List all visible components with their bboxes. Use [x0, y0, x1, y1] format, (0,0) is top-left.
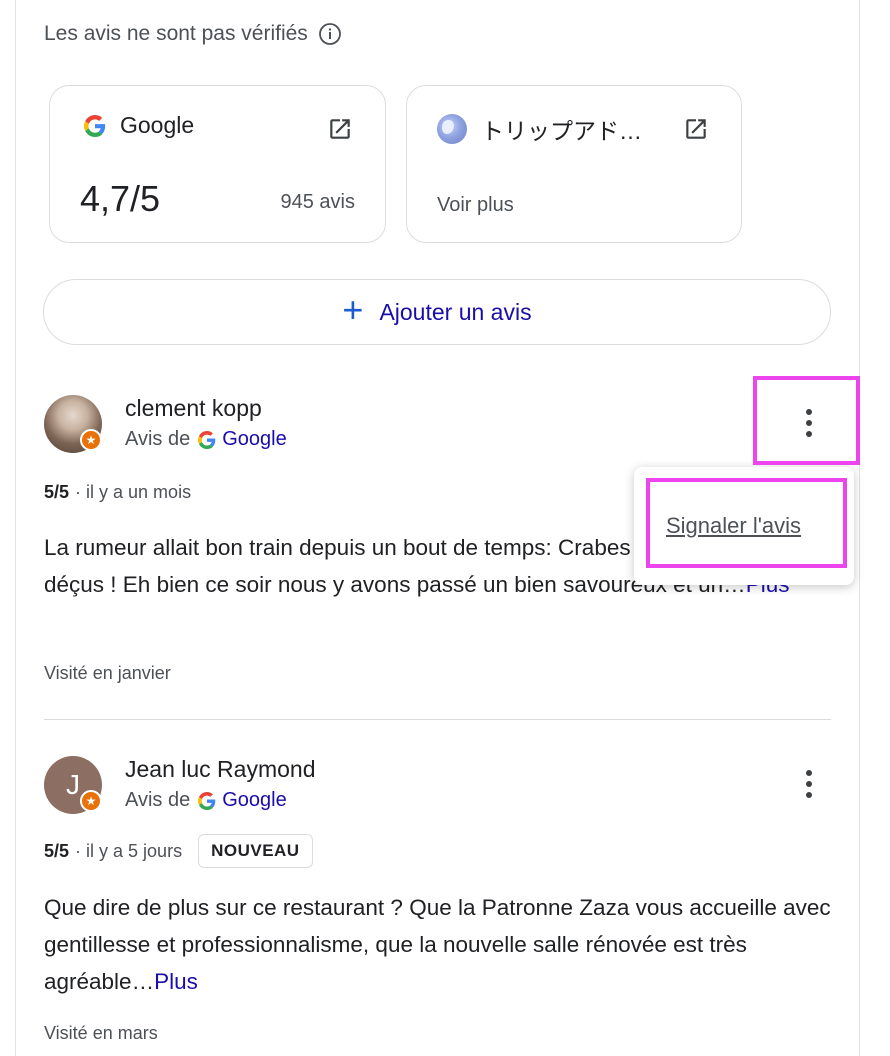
- report-review-menu-item[interactable]: Signaler l'avis: [666, 513, 801, 539]
- reviewer-name[interactable]: Jean luc Raymond: [125, 756, 316, 783]
- reviewer-name[interactable]: clement kopp: [125, 395, 262, 422]
- review-source-link[interactable]: Google: [198, 789, 287, 812]
- more-options-icon[interactable]: [794, 764, 824, 804]
- tripadvisor-globe-icon: [437, 114, 467, 144]
- review-more-link[interactable]: Plus: [154, 969, 198, 994]
- review-source-name: Google: [222, 789, 287, 811]
- info-icon[interactable]: [318, 22, 342, 46]
- panel-left-border: [15, 0, 16, 1056]
- add-review-label: Ajouter un avis: [379, 298, 532, 325]
- review-divider: [44, 719, 831, 720]
- review-rating: 5/5: [44, 482, 70, 502]
- external-link-icon[interactable]: [327, 116, 353, 142]
- new-review-badge: NOUVEAU: [198, 834, 313, 868]
- disclaimer-text: Les avis ne sont pas vérifiés: [44, 22, 308, 45]
- plus-icon: +: [342, 289, 364, 330]
- google-card-header: Google: [84, 112, 194, 139]
- google-rating-card[interactable]: Google 4,7/5 945 avis: [49, 85, 386, 243]
- external-link-icon[interactable]: [683, 116, 709, 142]
- more-options-icon[interactable]: [794, 403, 824, 443]
- review-source-prefix: Avis de: [125, 789, 191, 811]
- tripadvisor-card-header: トリップアド…: [437, 112, 642, 146]
- google-rating-score: 4,7/5: [80, 178, 161, 219]
- review-rating: 5/5: [44, 840, 70, 861]
- add-review-button[interactable]: + Ajouter un avis: [43, 279, 831, 345]
- review-visited: Visité en mars: [44, 1023, 158, 1043]
- review-meta: 5/5 · il y a un mois: [44, 482, 191, 503]
- google-g-icon: [198, 791, 216, 810]
- unverified-disclaimer: Les avis ne sont pas vérifiés: [44, 18, 342, 50]
- review-source-name: Google: [222, 428, 287, 450]
- panel-right-border: [859, 0, 860, 1056]
- google-review-count: 945 avis: [280, 191, 356, 213]
- local-guide-star-icon: ★: [80, 429, 102, 451]
- review-source: Avis de Google: [125, 789, 287, 812]
- review-meta: 5/5 · il y a 5 jours NOUVEAU: [44, 834, 313, 868]
- review-source: Avis de Google: [125, 428, 287, 451]
- review-options-menu: Signaler l'avis: [634, 467, 854, 585]
- google-card-title: Google: [120, 112, 195, 138]
- review-source-prefix: Avis de: [125, 428, 191, 450]
- tripadvisor-card-title: トリップアド…: [481, 118, 642, 144]
- review-visited: Visité en janvier: [44, 663, 171, 683]
- local-guide-star-icon: ★: [80, 790, 102, 812]
- google-g-icon: [84, 114, 106, 137]
- avatar-letter: J: [66, 769, 80, 800]
- google-g-icon: [198, 430, 216, 449]
- review-source-link[interactable]: Google: [198, 428, 287, 451]
- review-time: · il y a un mois: [75, 482, 192, 502]
- review-body: Que dire de plus sur ce restaurant ? Que…: [44, 889, 834, 1000]
- tripadvisor-rating-card[interactable]: トリップアド… Voir plus: [406, 85, 742, 243]
- tripadvisor-see-more: Voir plus: [437, 194, 514, 216]
- review-time: · il y a 5 jours: [75, 840, 183, 861]
